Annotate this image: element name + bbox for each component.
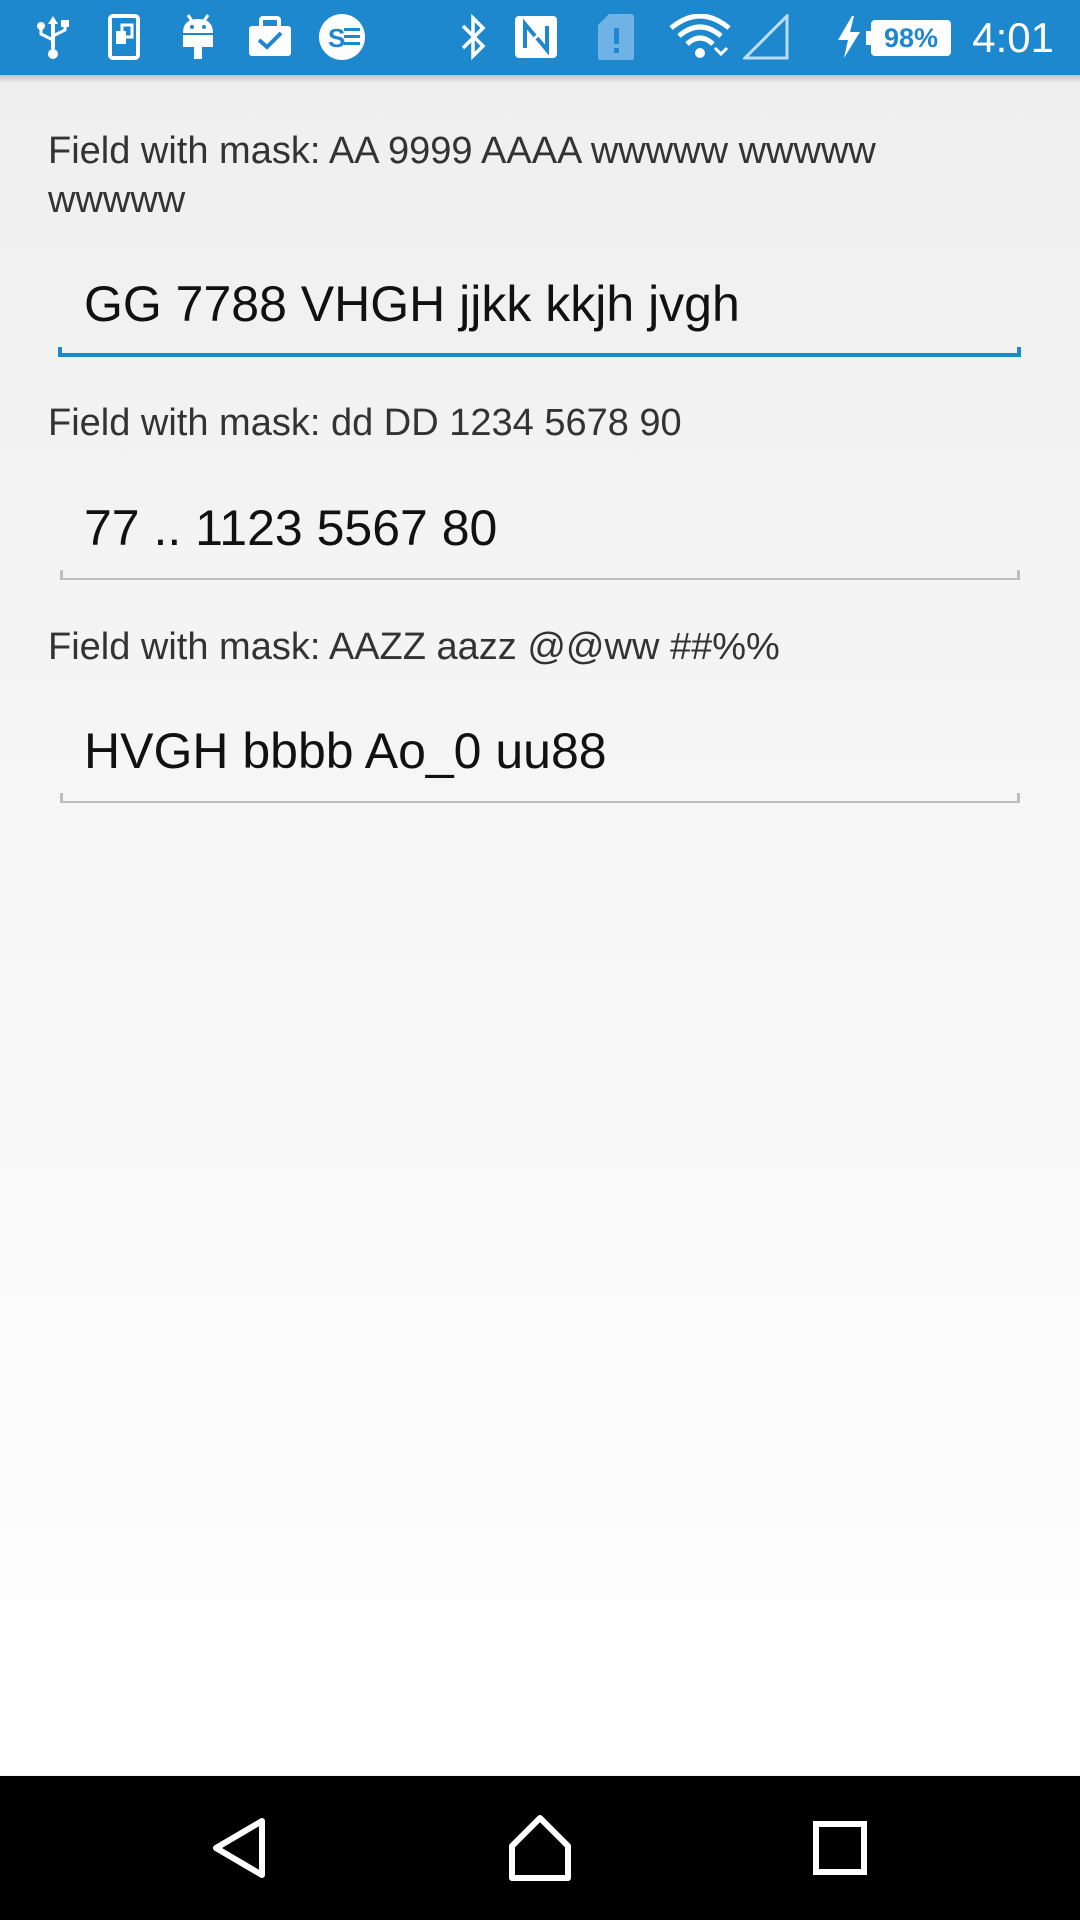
usb-icon [30, 12, 76, 62]
back-icon [213, 1818, 265, 1878]
input-2-right-edge [1017, 570, 1020, 580]
charging-icon [834, 12, 864, 62]
input-1-right-edge [1017, 347, 1021, 357]
clipboard-check-icon [246, 12, 294, 62]
wifi-icon [668, 12, 732, 62]
field-label-2: Field with mask: dd DD 1234 5678 90 [48, 402, 682, 444]
home-icon [509, 1815, 571, 1881]
status-bar: S 98% 4:01 [0, 0, 1080, 75]
svg-text:S: S [328, 23, 345, 53]
back-button[interactable] [191, 1798, 291, 1898]
home-button[interactable] [490, 1798, 590, 1898]
masked-input-3[interactable] [60, 713, 1020, 803]
sd-card-alert-icon [596, 12, 636, 62]
sim-manager-icon [104, 12, 144, 62]
masked-input-1[interactable] [60, 267, 1020, 357]
recents-button[interactable] [790, 1798, 890, 1898]
nfc-icon [512, 12, 560, 62]
navigation-bar [0, 1776, 1080, 1920]
status-bar-shadow [0, 75, 1080, 83]
input-3-left-edge [60, 793, 63, 803]
bluetooth-icon [456, 12, 490, 62]
field-label-1: Field with mask: AA 9999 AAAA wwwww wwww… [48, 130, 876, 221]
cellular-signal-icon [742, 12, 790, 62]
field-label-3: Field with mask: AAZZ aazz @@ww ##%% [48, 626, 780, 668]
recents-icon [813, 1821, 867, 1875]
input-1-left-edge [58, 347, 62, 357]
masked-input-2[interactable] [60, 490, 1020, 580]
clock: 4:01 [972, 14, 1054, 61]
android-icon [176, 12, 220, 62]
stamina-icon: S [316, 12, 368, 62]
battery-percent: 98% [871, 20, 951, 56]
input-3-right-edge [1017, 793, 1020, 803]
input-2-left-edge [60, 570, 63, 580]
